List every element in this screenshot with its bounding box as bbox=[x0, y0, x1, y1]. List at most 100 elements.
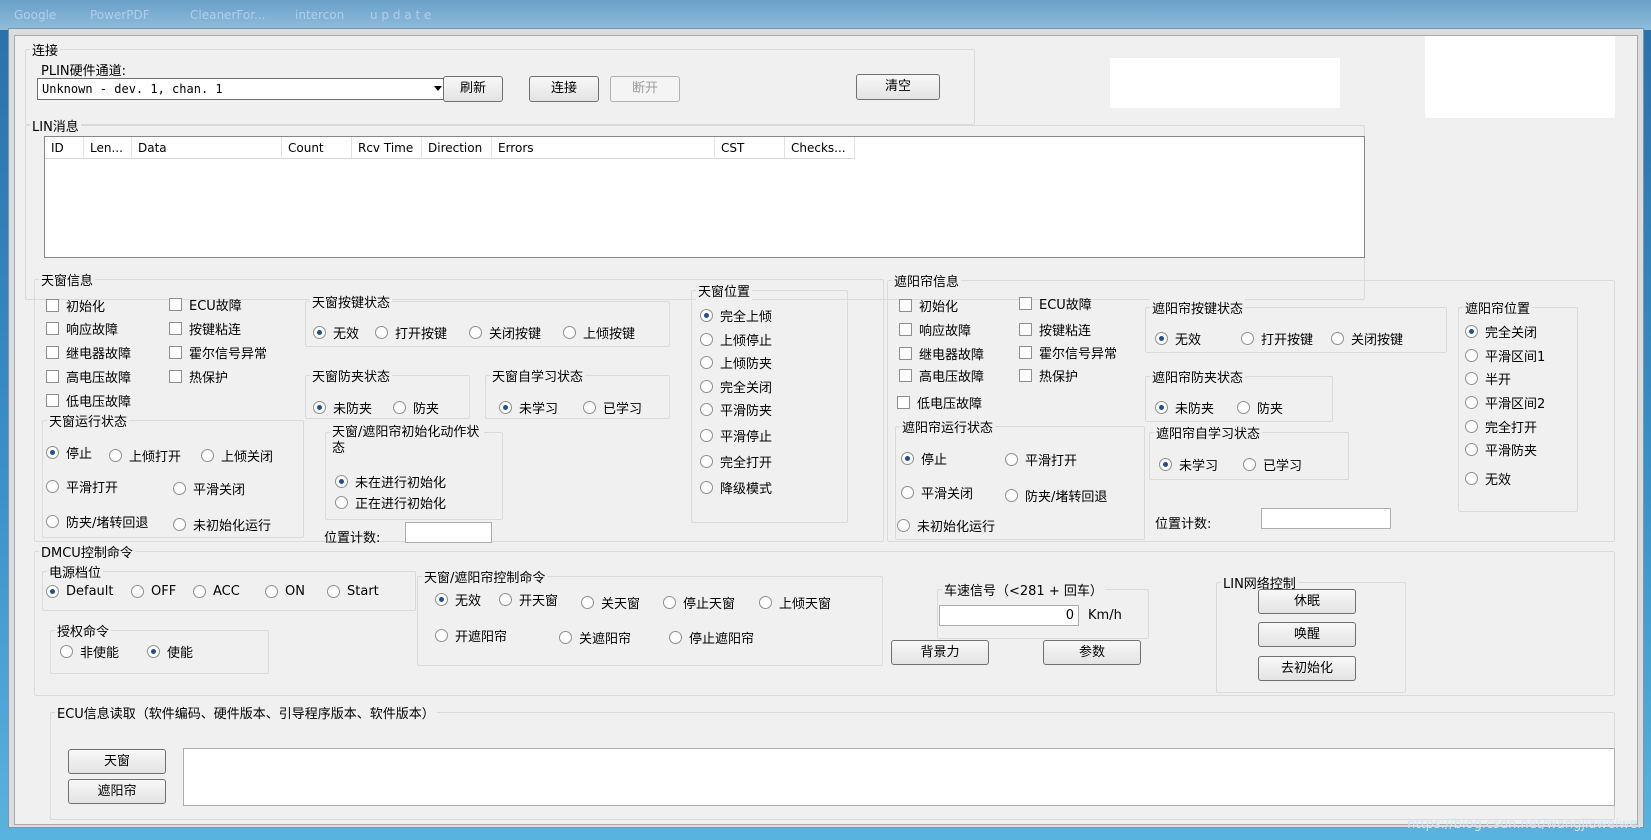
refresh-button[interactable]: 刷新 bbox=[443, 76, 503, 102]
column-header[interactable]: CST bbox=[715, 137, 785, 159]
channel-select[interactable]: Unknown - dev. 1, chan. 1 bbox=[37, 78, 447, 100]
shade-pos-slide-1[interactable]: 平滑区间1 bbox=[1465, 346, 1545, 365]
shade-pos-half[interactable]: 半开 bbox=[1465, 369, 1511, 388]
power-acc[interactable]: ACC bbox=[193, 584, 240, 599]
cmd-stop-shade[interactable]: 停止遮阳帘 bbox=[669, 628, 754, 647]
column-header[interactable]: Rcv Time bbox=[352, 137, 422, 159]
shade-run-stop[interactable]: 停止 bbox=[901, 449, 947, 468]
params-button[interactable]: 参数 bbox=[1043, 640, 1141, 665]
column-header[interactable]: ID bbox=[45, 137, 84, 159]
cmd-close-sunroof[interactable]: 关天窗 bbox=[581, 593, 640, 612]
shade-pinch-no[interactable]: 未防夹 bbox=[1155, 398, 1214, 417]
sunroof-fault-response[interactable]: 响应故障 bbox=[46, 319, 118, 338]
auth-disable[interactable]: 非使能 bbox=[60, 642, 119, 661]
auth-enable[interactable]: 使能 bbox=[147, 642, 193, 661]
deinit-button[interactable]: 去初始化 bbox=[1258, 656, 1356, 681]
shade-pos-full-open[interactable]: 完全打开 bbox=[1465, 417, 1537, 436]
wake-button[interactable]: 唤醒 bbox=[1258, 622, 1356, 647]
shade-run-slide-open[interactable]: 平滑打开 bbox=[1005, 450, 1077, 469]
init-running[interactable]: 正在进行初始化 bbox=[335, 493, 446, 512]
disconnect-button[interactable]: 断开 bbox=[610, 76, 680, 102]
sunroof-pos-slide-pinch[interactable]: 平滑防夹 bbox=[700, 400, 772, 419]
sunroof-pos-degraded[interactable]: 降级模式 bbox=[700, 478, 772, 497]
shade-fault-response[interactable]: 响应故障 bbox=[899, 320, 971, 339]
shade-pos-full-close[interactable]: 完全关闭 bbox=[1465, 322, 1537, 341]
sunroof-pinch-no[interactable]: 未防夹 bbox=[313, 398, 372, 417]
shade-run-pinch-reverse[interactable]: 防夹/堵转回退 bbox=[1005, 486, 1107, 505]
sleep-button[interactable]: 休眠 bbox=[1258, 589, 1356, 614]
connect-button[interactable]: 连接 bbox=[529, 76, 599, 102]
shade-key-none[interactable]: 无效 bbox=[1155, 329, 1201, 348]
shade-fault-key-stuck[interactable]: 按键粘连 bbox=[1019, 320, 1091, 339]
shade-fault-low-voltage[interactable]: 低电压故障 bbox=[897, 393, 982, 412]
ecu-info-output[interactable] bbox=[183, 748, 1615, 806]
shade-key-close[interactable]: 关闭按键 bbox=[1331, 329, 1403, 348]
column-header[interactable]: Len... bbox=[84, 137, 132, 159]
shade-key-open[interactable]: 打开按键 bbox=[1241, 329, 1313, 348]
sunroof-run-uninit[interactable]: 未初始化运行 bbox=[173, 515, 271, 534]
sunroof-run-tilt-open[interactable]: 上倾打开 bbox=[109, 446, 181, 465]
sunroof-pos-tilt-pinch[interactable]: 上倾防夹 bbox=[700, 353, 772, 372]
sunroof-fault-init[interactable]: 初始化 bbox=[46, 296, 105, 315]
sunroof-pos-full-tilt[interactable]: 完全上倾 bbox=[700, 306, 772, 325]
ecu-shade-button[interactable]: 遮阳帘 bbox=[68, 779, 166, 804]
column-header[interactable]: Data bbox=[132, 137, 282, 159]
sunroof-key-open[interactable]: 打开按键 bbox=[375, 323, 447, 342]
shade-pos-invalid[interactable]: 无效 bbox=[1465, 469, 1511, 488]
sunroof-fault-hall[interactable]: 霍尔信号异常 bbox=[169, 343, 267, 362]
cmd-stop-sunroof[interactable]: 停止天窗 bbox=[663, 593, 735, 612]
power-on[interactable]: ON bbox=[265, 584, 305, 599]
sunroof-key-tilt[interactable]: 上倾按键 bbox=[563, 323, 635, 342]
lin-message-list[interactable]: ID Len... Data Count Rcv Time Direction … bbox=[44, 136, 1365, 258]
shade-learn-no[interactable]: 未学习 bbox=[1159, 455, 1218, 474]
shade-run-uninit[interactable]: 未初始化运行 bbox=[897, 516, 995, 535]
sunroof-run-stop[interactable]: 停止 bbox=[46, 443, 92, 462]
power-default[interactable]: Default bbox=[46, 584, 114, 599]
backlight-button[interactable]: 背景力 bbox=[891, 640, 989, 665]
init-not-running[interactable]: 未在进行初始化 bbox=[335, 472, 446, 491]
shade-pos-slide-2[interactable]: 平滑区间2 bbox=[1465, 393, 1545, 412]
clear-button[interactable]: 清空 bbox=[856, 74, 940, 100]
cmd-open-sunroof[interactable]: 开天窗 bbox=[499, 590, 558, 609]
cmd-close-shade[interactable]: 关遮阳帘 bbox=[559, 628, 631, 647]
shade-fault-ecu[interactable]: ECU故障 bbox=[1019, 294, 1092, 313]
sunroof-run-slide-open[interactable]: 平滑打开 bbox=[46, 477, 118, 496]
shade-learn-yes[interactable]: 已学习 bbox=[1243, 455, 1302, 474]
sunroof-pos-full-close[interactable]: 完全关闭 bbox=[700, 377, 772, 396]
ecu-sunroof-button[interactable]: 天窗 bbox=[68, 749, 166, 774]
sunroof-fault-low-voltage[interactable]: 低电压故障 bbox=[46, 391, 131, 410]
column-header[interactable]: Checks... bbox=[785, 137, 855, 159]
cmd-none[interactable]: 无效 bbox=[435, 590, 481, 609]
sunroof-run-tilt-close[interactable]: 上倾关闭 bbox=[201, 446, 273, 465]
power-start[interactable]: Start bbox=[327, 584, 379, 599]
shade-pos-slide-pinch[interactable]: 平滑防夹 bbox=[1465, 440, 1537, 459]
sunroof-key-none[interactable]: 无效 bbox=[313, 323, 359, 342]
column-header[interactable]: Count bbox=[282, 137, 352, 159]
speed-input[interactable]: 0 bbox=[939, 605, 1079, 626]
sunroof-fault-thermal[interactable]: 热保护 bbox=[169, 367, 228, 386]
sunroof-fault-high-voltage[interactable]: 高电压故障 bbox=[46, 367, 131, 386]
cmd-open-shade[interactable]: 开遮阳帘 bbox=[435, 626, 507, 645]
sunroof-pos-slide-stop[interactable]: 平滑停止 bbox=[700, 426, 772, 445]
sunroof-fault-key-stuck[interactable]: 按键粘连 bbox=[169, 319, 241, 338]
shade-fault-hall[interactable]: 霍尔信号异常 bbox=[1019, 343, 1117, 362]
sunroof-pos-tilt-stop[interactable]: 上倾停止 bbox=[700, 330, 772, 349]
shade-fault-relay[interactable]: 继电器故障 bbox=[899, 344, 984, 363]
shade-fault-init[interactable]: 初始化 bbox=[899, 296, 958, 315]
shade-pinch-yes[interactable]: 防夹 bbox=[1237, 398, 1283, 417]
shade-fault-thermal[interactable]: 热保护 bbox=[1019, 366, 1078, 385]
column-header[interactable]: Errors bbox=[492, 137, 715, 159]
sunroof-run-slide-close[interactable]: 平滑关闭 bbox=[173, 479, 245, 498]
sunroof-pos-count-field[interactable] bbox=[405, 522, 492, 543]
shade-pos-count-field[interactable] bbox=[1261, 508, 1391, 529]
sunroof-fault-relay[interactable]: 继电器故障 bbox=[46, 343, 131, 362]
power-off[interactable]: OFF bbox=[131, 584, 176, 599]
column-header[interactable]: Direction bbox=[422, 137, 492, 159]
sunroof-pinch-yes[interactable]: 防夹 bbox=[393, 398, 439, 417]
sunroof-learn-no[interactable]: 未学习 bbox=[499, 398, 558, 417]
cmd-tilt-sunroof[interactable]: 上倾天窗 bbox=[759, 593, 831, 612]
shade-run-slide-close[interactable]: 平滑关闭 bbox=[901, 483, 973, 502]
shade-fault-high-voltage[interactable]: 高电压故障 bbox=[899, 366, 984, 385]
sunroof-learn-yes[interactable]: 已学习 bbox=[583, 398, 642, 417]
sunroof-fault-ecu[interactable]: ECU故障 bbox=[169, 295, 242, 314]
